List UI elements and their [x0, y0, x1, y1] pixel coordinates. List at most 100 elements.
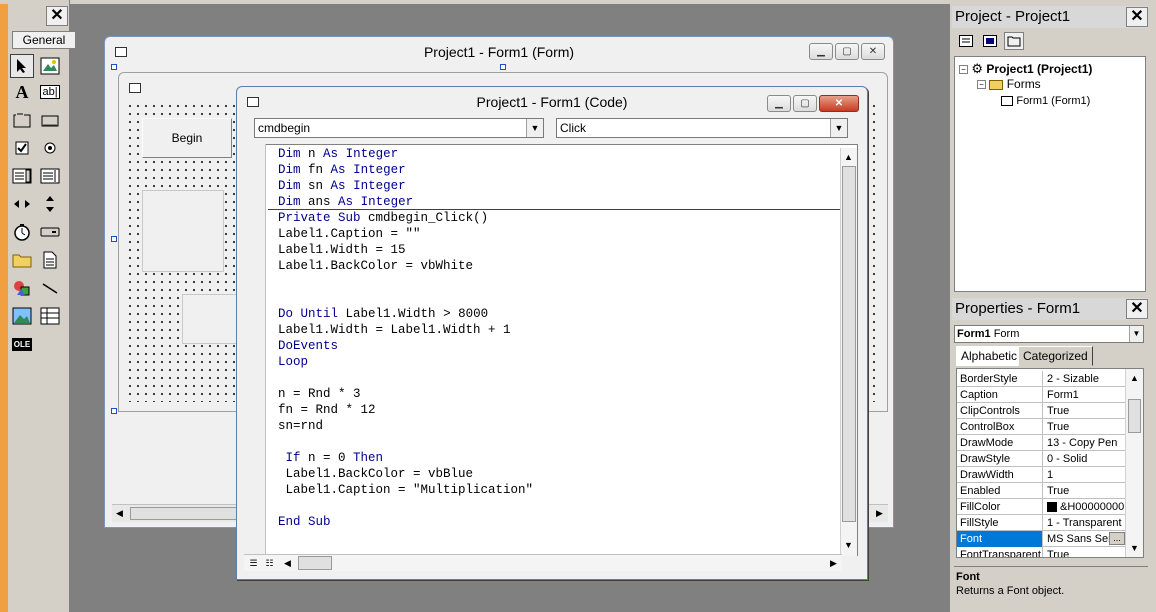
textbox-icon[interactable]: ab| [38, 80, 62, 104]
code-line[interactable] [278, 370, 533, 386]
project-panel-close-button[interactable]: ✕ [1126, 7, 1148, 27]
checkbox-icon[interactable] [10, 136, 34, 160]
form-window-maximize-button[interactable]: ▢ [835, 43, 859, 60]
code-line[interactable]: End Sub [278, 514, 533, 530]
line-icon[interactable] [38, 276, 62, 300]
picturebox-icon[interactable] [38, 54, 62, 78]
form-hscroll-thumb[interactable] [130, 507, 240, 520]
code-line[interactable] [278, 498, 533, 514]
code-line[interactable]: Dim ans As Integer [278, 194, 533, 210]
begin-button[interactable]: Begin [142, 118, 232, 158]
property-row[interactable]: DrawStyle 0 - Solid [957, 451, 1125, 467]
property-row[interactable]: Caption Form1 [957, 387, 1125, 403]
code-text[interactable]: Dim n As Integer Dim fn As Integer Dim sn … [278, 146, 533, 530]
code-line[interactable] [278, 274, 533, 290]
scroll-right-icon[interactable]: ▶ [826, 556, 841, 571]
scroll-down-icon[interactable]: ▼ [841, 538, 856, 553]
property-row[interactable]: DrawWidth 1 [957, 467, 1125, 483]
property-row[interactable]: FontTransparent True [957, 547, 1125, 557]
property-value[interactable]: &H00000000 [1045, 499, 1125, 515]
form-window-minimize-button[interactable]: ▁ [809, 43, 833, 60]
resize-handle-nw[interactable] [111, 64, 117, 70]
property-row[interactable]: Enabled True [957, 483, 1125, 499]
scroll-left-icon[interactable]: ◀ [280, 556, 295, 571]
tab-categorized[interactable]: Categorized [1018, 346, 1093, 366]
font-dialog-button[interactable]: ... [1109, 532, 1125, 545]
code-line[interactable]: Loop [278, 354, 533, 370]
code-line[interactable]: Do Until Label1.Width > 8000 [278, 306, 533, 322]
toggle-folders-button[interactable] [1004, 32, 1024, 50]
property-value[interactable]: 2 - Sizable [1045, 371, 1125, 387]
view-code-button[interactable] [956, 32, 976, 50]
code-line[interactable]: Dim fn As Integer [278, 162, 533, 178]
resize-handle-n[interactable] [500, 64, 506, 70]
scroll-up-icon[interactable]: ▲ [841, 150, 856, 165]
procedure-view-icon[interactable]: ☰ [246, 556, 261, 571]
optionbutton-icon[interactable] [38, 136, 62, 160]
code-line[interactable]: Label1.Caption = "Multiplication" [278, 482, 534, 498]
code-line[interactable]: DoEvents [278, 338, 533, 354]
property-value[interactable]: Form1 [1045, 387, 1125, 403]
toolbox-close-button[interactable]: ✕ [46, 6, 68, 26]
tree-item-project[interactable]: − ⚙ Project1 (Project1) [959, 61, 1092, 77]
procedure-combo[interactable]: Click ▼ [556, 118, 848, 138]
properties-scrollbar[interactable]: ▲ ▼ [1125, 369, 1143, 557]
code-line[interactable] [278, 434, 533, 450]
property-row[interactable]: FillColor &H00000000 [957, 499, 1125, 515]
form-window-titlebar[interactable]: Project1 - Form1 (Form) ▁ ▢ ✕ [105, 37, 893, 67]
combobox-icon[interactable] [10, 164, 34, 188]
hscrollbar-icon[interactable] [10, 192, 34, 216]
code-horizontal-scrollbar[interactable]: ☰ ☷ ◀ ▶ [244, 554, 842, 571]
property-value[interactable]: 1 [1045, 467, 1125, 483]
object-combo[interactable]: cmdbegin ▼ [254, 118, 544, 138]
code-line[interactable]: fn = Rnd * 12 [278, 402, 533, 418]
property-row[interactable]: FillStyle 1 - Transparent [957, 515, 1125, 531]
image-icon[interactable] [10, 304, 34, 328]
property-row[interactable]: Font MS Sans Ser... [957, 531, 1125, 547]
view-object-button[interactable] [980, 32, 1000, 50]
tab-alphabetic[interactable]: Alphabetic [956, 346, 1023, 366]
property-value[interactable]: True [1045, 483, 1125, 499]
code-window-titlebar[interactable]: Project1 - Form1 (Code) ▁ ▢ ✕ [237, 87, 867, 117]
scroll-left-icon[interactable]: ◀ [112, 506, 127, 521]
toolbox-general-tab[interactable]: General [12, 31, 76, 49]
code-line[interactable]: Label1.Caption = "" [278, 226, 533, 242]
ole-icon[interactable]: OLE [10, 332, 34, 356]
commandbutton-icon[interactable] [38, 108, 62, 132]
project-tree[interactable]: − ⚙ Project1 (Project1) − Forms Form1 (F… [954, 56, 1146, 292]
chevron-down-icon[interactable]: ▼ [1129, 326, 1143, 342]
code-line[interactable]: Private Sub cmdbegin_Click() [278, 210, 533, 226]
property-row[interactable]: ControlBox True [957, 419, 1125, 435]
tree-item-form1[interactable]: Form1 (Form1) [1001, 93, 1090, 107]
collapse-icon[interactable]: − [977, 80, 986, 90]
code-margin[interactable] [244, 144, 266, 554]
property-value[interactable]: True [1045, 547, 1125, 557]
form-window-close-button[interactable]: ✕ [861, 43, 885, 60]
vscrollbar-icon[interactable] [38, 192, 62, 216]
code-line[interactable]: Label1.Width = Label1.Width + 1 [278, 322, 533, 338]
label-icon[interactable]: A [10, 80, 34, 104]
code-line[interactable]: n = Rnd * 3 [278, 386, 533, 402]
properties-object-combo[interactable]: Form1 Form ▼ [954, 325, 1144, 343]
drivelistbox-icon[interactable] [38, 220, 62, 244]
frame-icon[interactable] [10, 108, 34, 132]
property-value[interactable]: 0 - Solid [1045, 451, 1125, 467]
shape-icon[interactable] [10, 276, 34, 300]
listbox-icon[interactable] [38, 164, 62, 188]
timer-icon[interactable] [10, 220, 34, 244]
data-icon[interactable] [38, 304, 62, 328]
full-module-view-icon[interactable]: ☷ [262, 556, 277, 571]
code-line[interactable]: Label1.Width = 15 [278, 242, 533, 258]
filelistbox-icon[interactable] [38, 248, 62, 272]
dirlistbox-icon[interactable] [10, 248, 34, 272]
scroll-right-icon[interactable]: ▶ [872, 506, 887, 521]
code-hscroll-thumb[interactable] [298, 556, 332, 570]
property-value[interactable]: True [1045, 403, 1125, 419]
scroll-down-icon[interactable]: ▼ [1127, 541, 1142, 556]
code-window-maximize-button[interactable]: ▢ [793, 95, 817, 112]
pointer-icon[interactable] [10, 54, 34, 78]
code-line[interactable]: Label1.BackColor = vbWhite [278, 258, 533, 274]
property-row[interactable]: BorderStyle 2 - Sizable [957, 371, 1125, 387]
tree-item-forms[interactable]: − Forms [977, 77, 1041, 91]
property-value[interactable]: 1 - Transparent [1045, 515, 1125, 531]
